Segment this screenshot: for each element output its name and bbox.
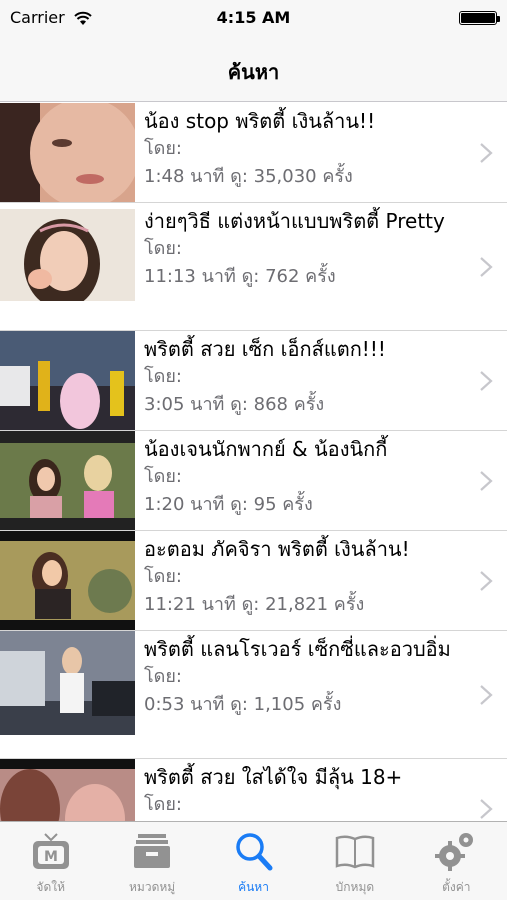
svg-text:M: M xyxy=(44,849,58,865)
video-row[interactable]: น้องเจนนักพากย์ & น้องนิกกี้ โดย: 1:20 น… xyxy=(0,431,507,531)
book-icon xyxy=(335,835,375,869)
video-title: พริตตี้ สวย ใสได้ใจ มีลุ้น 18+ xyxy=(144,765,403,789)
video-author: โดย: xyxy=(144,138,182,159)
video-text: พริตตี้ สวย เซ็ก เอ็กส์แตก!!! โดย: 3:05 … xyxy=(144,335,471,419)
video-text: น้องเจนนักพากย์ & น้องนิกกี้ โดย: 1:20 น… xyxy=(144,435,471,519)
video-author: โดย: xyxy=(144,366,182,387)
video-meta: 11:21 นาที ดู: 21,821 ครั้ง xyxy=(144,594,365,615)
tab-label: ตั้งค่า xyxy=(442,880,471,894)
video-thumbnail xyxy=(0,759,135,821)
video-title: ง่ายๆวิธี แต่งหน้าแบบพริตตี้ Pretty xyxy=(144,209,445,233)
tab-label: จัดให้ xyxy=(36,880,65,894)
archive-icon xyxy=(134,834,171,868)
tab-categories[interactable]: หมวดหมู่ xyxy=(101,822,202,900)
video-thumbnail xyxy=(0,331,135,430)
chevron-right-icon xyxy=(480,471,493,491)
page-title: ค้นหา xyxy=(227,60,280,84)
video-row[interactable]: ง่ายๆวิธี แต่งหน้าแบบพริตตี้ Pretty โดย:… xyxy=(0,203,507,331)
video-row[interactable]: พริตตี้ แลนโรเวอร์ เซ็กซี่และอวบอิ่ม โดย… xyxy=(0,631,507,759)
video-title: น้องเจนนักพากย์ & น้องนิกกี้ xyxy=(144,437,388,461)
chevron-right-icon xyxy=(480,257,493,277)
status-bar: Carrier 4:15 AM xyxy=(0,0,507,38)
video-title: พริตตี้ แลนโรเวอร์ เซ็กซี่และอวบอิ่ม xyxy=(144,637,451,661)
navigation-bar: ค้นหา xyxy=(0,38,507,102)
video-author: โดย: xyxy=(144,666,182,687)
video-thumbnail xyxy=(0,431,135,530)
video-title: น้อง stop พริตตี้ เงินล้าน!! xyxy=(144,109,376,133)
video-row[interactable]: พริตตี้ สวย ใสได้ใจ มีลุ้น 18+ โดย: xyxy=(0,759,507,821)
video-thumbnail xyxy=(0,209,135,301)
gear-icon xyxy=(435,833,474,871)
video-text: พริตตี้ แลนโรเวอร์ เซ็กซี่และอวบอิ่ม โดย… xyxy=(144,635,471,719)
chevron-right-icon xyxy=(480,685,493,705)
video-thumbnail xyxy=(0,103,135,202)
video-thumbnail xyxy=(0,531,135,630)
search-icon xyxy=(235,833,273,871)
video-text: พริตตี้ สวย ใสได้ใจ มีลุ้น 18+ โดย: xyxy=(144,763,471,819)
status-time: 4:15 AM xyxy=(216,8,291,27)
video-title: อะตอม ภัคจิรา พริตตี้ เงินล้าน! xyxy=(144,537,410,561)
video-title: พริตตี้ สวย เซ็ก เอ็กส์แตก!!! xyxy=(144,337,386,361)
video-list[interactable]: น้อง stop พริตตี้ เงินล้าน!! โดย: 1:48 น… xyxy=(0,103,507,821)
video-author: โดย: xyxy=(144,466,182,487)
tv-icon: M xyxy=(32,833,69,869)
video-meta: 0:53 นาที ดู: 1,105 ครั้ง xyxy=(144,694,342,715)
tab-label: หมวดหมู่ xyxy=(129,880,176,894)
video-row[interactable]: อะตอม ภัคจิรา พริตตี้ เงินล้าน! โดย: 11:… xyxy=(0,531,507,631)
tab-label: ค้นหา xyxy=(238,880,269,894)
video-author: โดย: xyxy=(144,238,182,259)
video-author: โดย: xyxy=(144,566,182,587)
tab-search[interactable]: ค้นหา xyxy=(203,822,304,900)
battery-icon xyxy=(459,11,500,25)
tab-featured[interactable]: M จัดให้ xyxy=(0,822,101,900)
video-meta: 1:48 นาที ดู: 35,030 ครั้ง xyxy=(144,166,353,187)
video-meta: 1:20 นาที ดู: 95 ครั้ง xyxy=(144,494,313,515)
video-row[interactable]: พริตตี้ สวย เซ็ก เอ็กส์แตก!!! โดย: 3:05 … xyxy=(0,331,507,431)
tab-settings[interactable]: ตั้งค่า xyxy=(406,822,507,900)
chevron-right-icon xyxy=(480,799,493,819)
tab-label: บักหมุด xyxy=(335,880,375,894)
chevron-right-icon xyxy=(480,371,493,391)
video-text: ง่ายๆวิธี แต่งหน้าแบบพริตตี้ Pretty โดย:… xyxy=(144,207,471,291)
tab-bar: M จัดให้ หมวดหมู่ ค้นหา บักหมุด ตั้งค่า xyxy=(0,821,507,900)
video-meta: 3:05 นาที ดู: 868 ครั้ง xyxy=(144,394,325,415)
video-thumbnail xyxy=(0,631,135,735)
tab-bookmarks[interactable]: บักหมุด xyxy=(304,822,405,900)
video-row[interactable]: น้อง stop พริตตี้ เงินล้าน!! โดย: 1:48 น… xyxy=(0,103,507,203)
video-text: อะตอม ภัคจิรา พริตตี้ เงินล้าน! โดย: 11:… xyxy=(144,535,471,619)
chevron-right-icon xyxy=(480,571,493,591)
video-author: โดย: xyxy=(144,794,182,815)
chevron-right-icon xyxy=(480,143,493,163)
video-text: น้อง stop พริตตี้ เงินล้าน!! โดย: 1:48 น… xyxy=(144,107,471,191)
video-meta: 11:13 นาที ดู: 762 ครั้ง xyxy=(144,266,336,287)
